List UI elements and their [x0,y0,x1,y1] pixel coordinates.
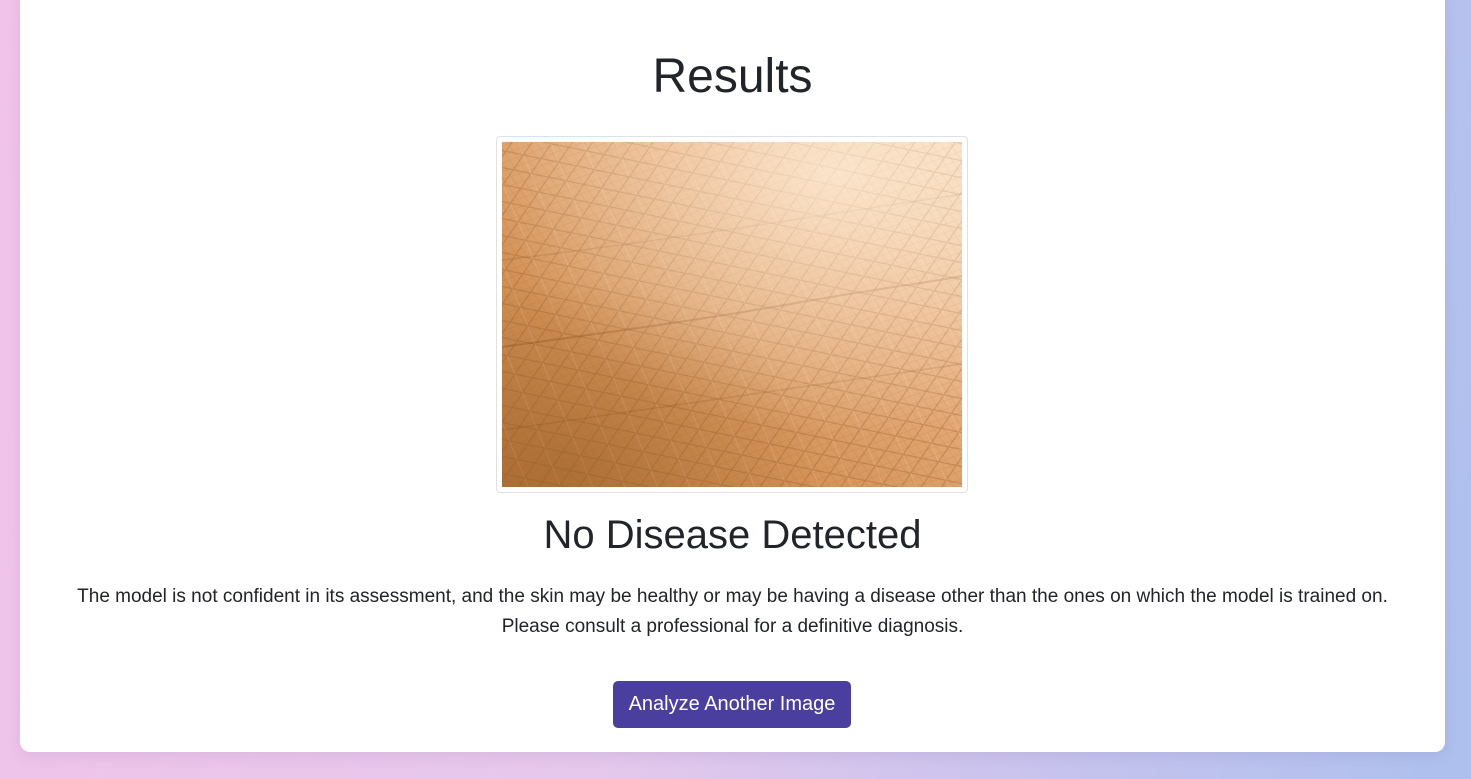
consult-note-line: Please consult a professional for a defi… [501,616,964,637]
uploaded-image-frame [496,136,968,493]
results-card: Results No Disease Detected The model is… [20,0,1445,752]
confidence-note-line: The model is not confident in its assess… [77,586,1388,607]
skin-closeup-image [502,142,962,487]
page-title: Results [652,50,813,103]
confidence-note: The model is not confident in its assess… [20,582,1445,642]
diagnosis-result: No Disease Detected [543,513,922,557]
analyze-another-image-button[interactable]: Analyze Another Image [613,681,851,728]
